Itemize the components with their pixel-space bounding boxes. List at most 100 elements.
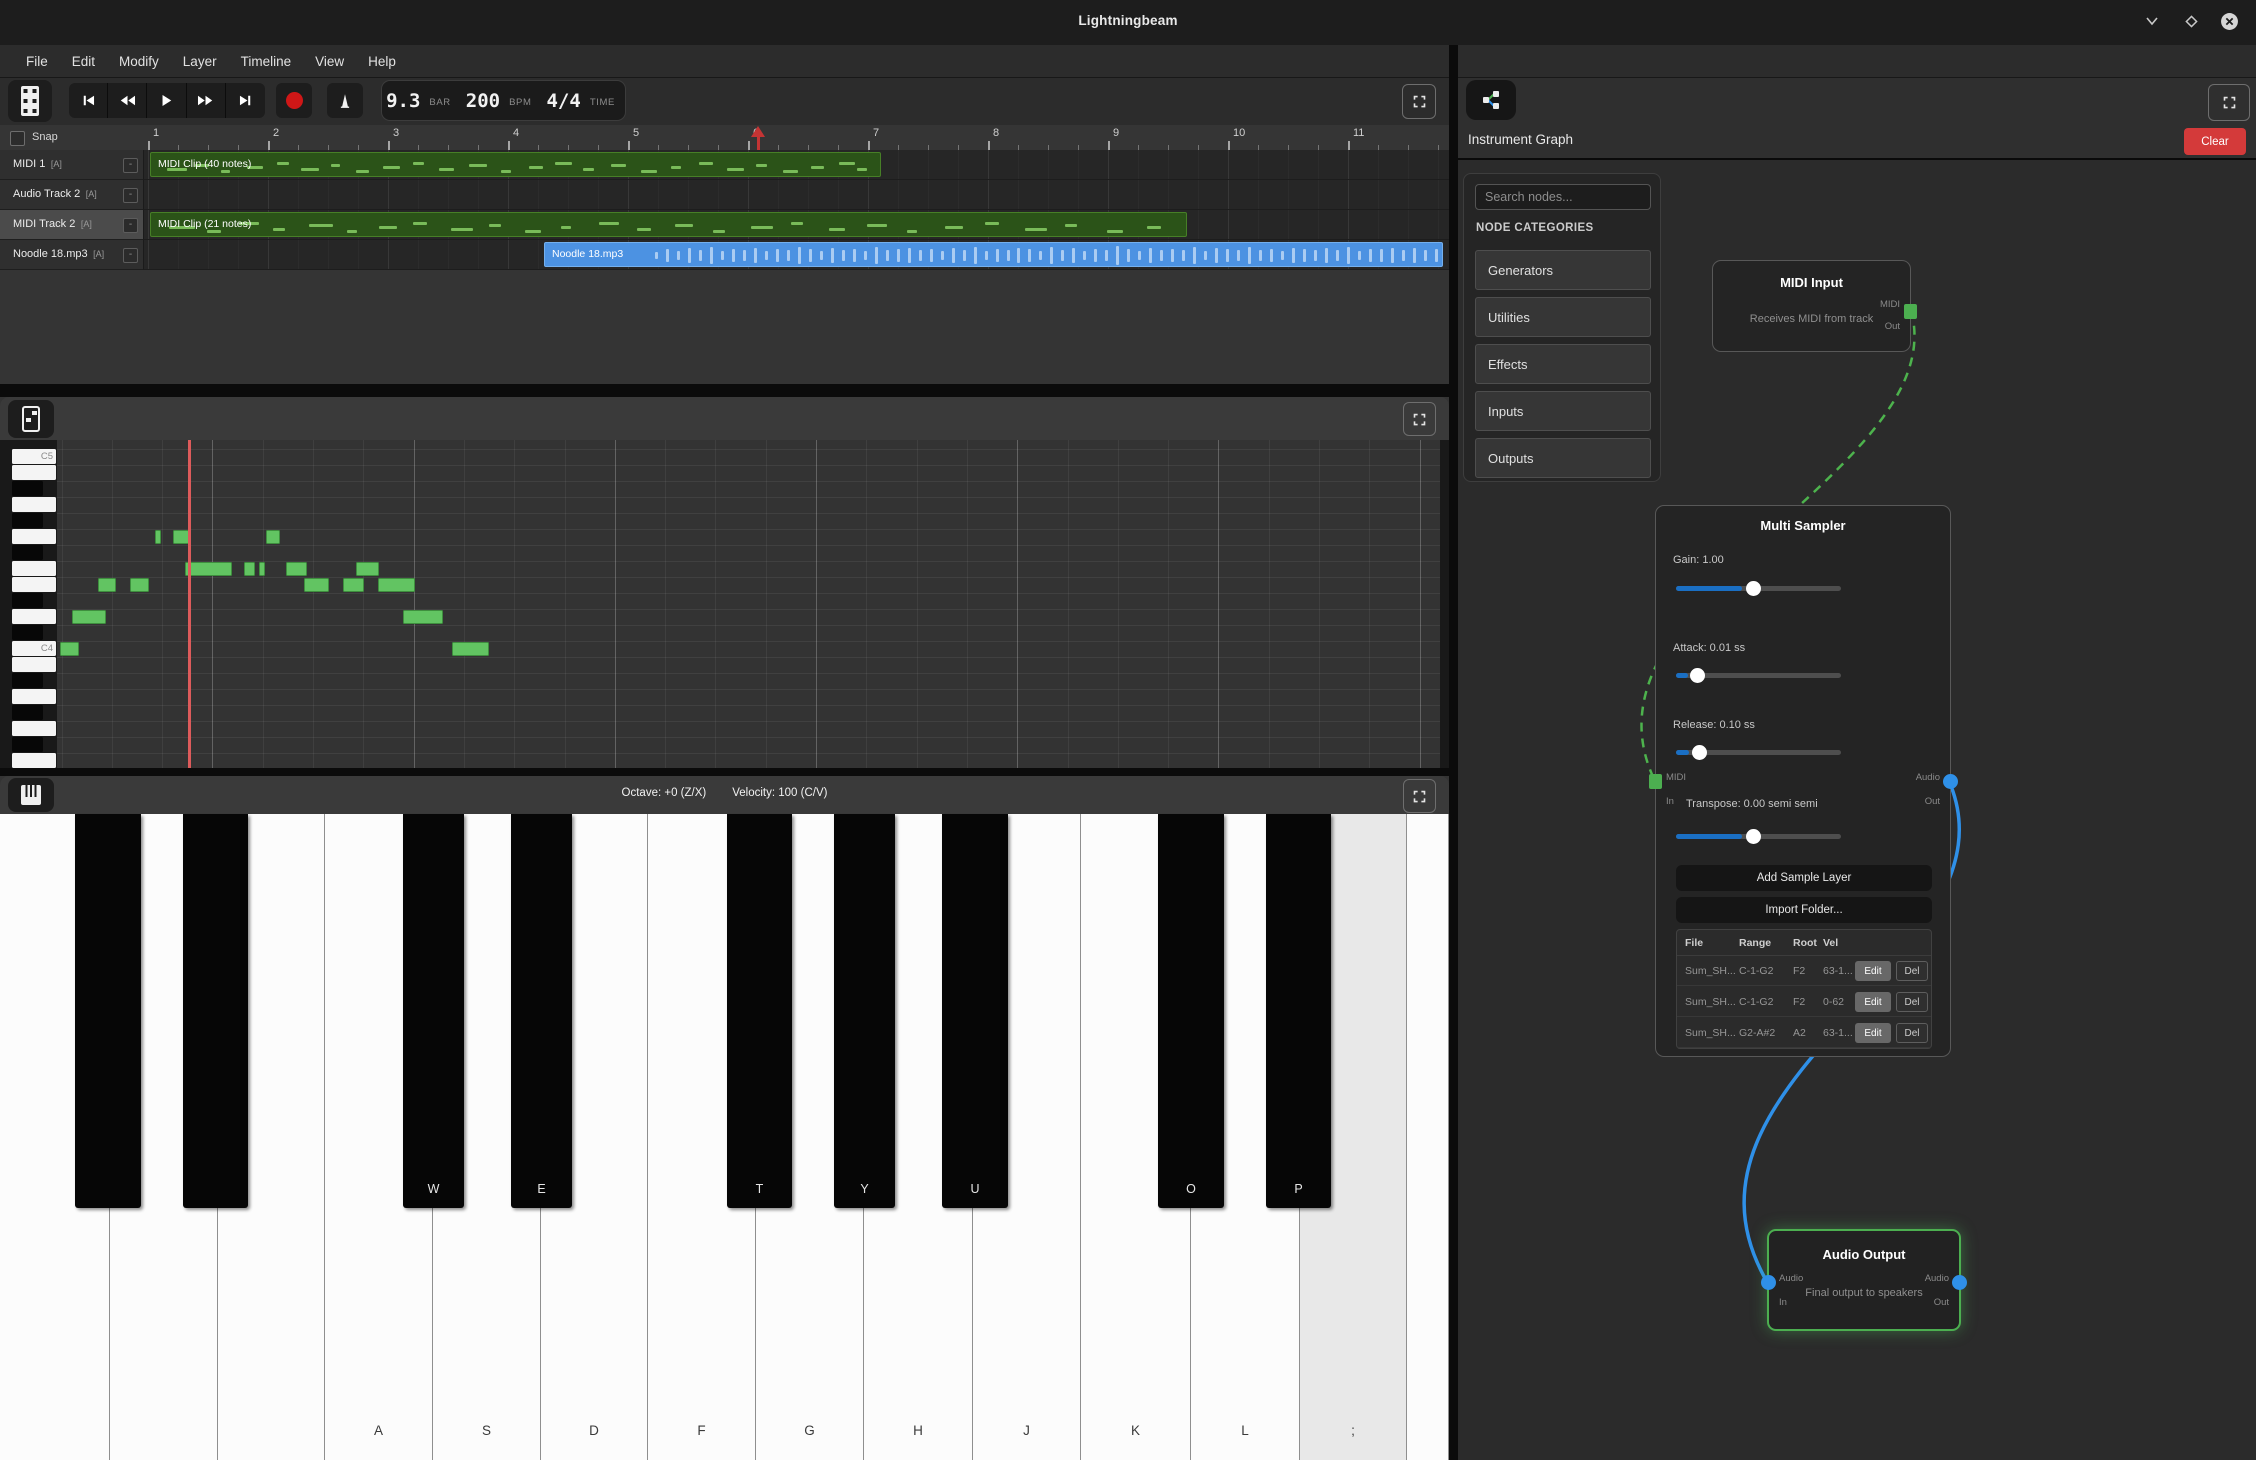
track-lane[interactable]: MIDI Clip (40 notes) [144,150,1449,180]
black-key-P[interactable]: P [1266,814,1331,1208]
roll-black-key[interactable] [12,513,43,528]
category-utilities[interactable]: Utilities [1475,297,1651,337]
roll-white-key[interactable] [12,609,56,624]
roll-black-key[interactable] [12,593,43,608]
roll-white-key[interactable] [12,577,56,592]
metronome-button[interactable] [327,83,363,118]
graph-view-button[interactable] [1466,80,1516,120]
snap-checkbox[interactable] [10,131,25,146]
track-checkbox[interactable]: - [123,158,138,173]
midi-clip[interactable]: MIDI Clip (40 notes) [150,152,881,177]
midi-in-port[interactable] [1649,774,1662,789]
midi-note[interactable] [452,642,489,656]
category-generators[interactable]: Generators [1475,250,1651,290]
midi-note[interactable] [155,530,161,544]
graph-canvas[interactable]: NODE CATEGORIES GeneratorsUtilitiesEffec… [1458,160,2256,1460]
midi-note[interactable] [286,562,307,576]
roll-white-key[interactable] [12,689,56,704]
fast-forward-button[interactable] [187,83,226,118]
roll-white-key[interactable]: C4 [12,641,56,656]
roll-black-key[interactable] [12,705,43,720]
category-outputs[interactable]: Outputs [1475,438,1651,478]
midi-out-port[interactable] [1904,304,1917,319]
play-button[interactable] [147,83,186,118]
film-view-button[interactable] [8,80,52,122]
roll-white-key[interactable] [12,657,56,672]
midi-clip[interactable]: MIDI Clip (21 notes) [150,212,1187,237]
menu-edit[interactable]: Edit [60,50,107,73]
transpose-slider-knob[interactable] [1746,829,1761,844]
delete-sample-button[interactable]: Del [1896,961,1928,981]
roll-white-key[interactable] [12,721,56,736]
skip-start-button[interactable] [69,83,108,118]
edit-sample-button[interactable]: Edit [1855,961,1891,981]
piano-roll-body[interactable]: C5 C4 [0,440,1449,768]
audio-out-port[interactable] [1952,1275,1967,1290]
keyboard-fullscreen-button[interactable] [1403,779,1436,813]
midi-note[interactable] [98,578,116,592]
track-lane[interactable]: MIDI Clip (21 notes) [144,210,1449,240]
midi-note[interactable] [304,578,329,592]
roll-black-key[interactable] [12,737,43,752]
skip-end-button[interactable] [226,83,265,118]
midi-note[interactable] [185,562,232,576]
record-button[interactable] [276,83,312,118]
graph-fullscreen-button[interactable] [2208,84,2250,121]
midi-note[interactable] [60,642,79,656]
roll-white-key[interactable]: C5 [12,449,56,464]
roll-black-key[interactable] [12,625,43,640]
roll-white-key[interactable] [12,497,56,512]
midi-note[interactable] [343,578,364,592]
edit-sample-button[interactable]: Edit [1855,992,1891,1012]
roll-black-key[interactable] [12,545,43,560]
menu-layer[interactable]: Layer [171,50,229,73]
category-effects[interactable]: Effects [1475,344,1651,384]
piano-roll-grid[interactable] [57,440,1440,768]
audio-clip[interactable]: Noodle 18.mp3 [544,242,1443,267]
midi-note[interactable] [244,562,255,576]
add-sample-layer-button[interactable]: Add Sample Layer [1676,865,1932,891]
minimize-icon[interactable] [2139,8,2165,34]
maximize-icon[interactable] [2178,8,2204,34]
black-key-W[interactable]: W [403,814,464,1208]
category-inputs[interactable]: Inputs [1475,391,1651,431]
import-folder-button[interactable]: Import Folder... [1676,897,1932,923]
black-key[interactable] [75,814,141,1208]
timeline-empty-area[interactable] [0,270,1449,384]
track-lane[interactable] [144,180,1449,210]
midi-note[interactable] [173,530,189,544]
white-key[interactable] [1407,814,1449,1460]
transpose-slider[interactable] [1676,834,1841,839]
track-head-midi-1[interactable]: MIDI 1 [A]- [0,150,144,180]
menu-view[interactable]: View [303,50,356,73]
timeline-fullscreen-button[interactable] [1402,84,1436,119]
roll-black-key[interactable] [12,481,43,496]
rewind-button[interactable] [108,83,147,118]
panel-divider[interactable] [0,768,1449,776]
track-checkbox[interactable]: - [123,218,138,233]
menu-file[interactable]: File [14,50,60,73]
menu-help[interactable]: Help [356,50,408,73]
release-slider[interactable] [1676,750,1841,755]
release-slider-knob[interactable] [1692,745,1707,760]
midi-note[interactable] [266,530,280,544]
audio-in-port[interactable] [1761,1275,1776,1290]
attack-slider-knob[interactable] [1690,668,1705,683]
midi-note[interactable] [259,562,265,576]
node-midi-input[interactable]: MIDI Input Receives MIDI from track MIDI… [1712,260,1911,352]
delete-sample-button[interactable]: Del [1896,992,1928,1012]
search-input[interactable] [1475,184,1651,210]
black-key-O[interactable]: O [1158,814,1224,1208]
midi-note[interactable] [356,562,379,576]
black-key[interactable] [183,814,248,1208]
close-icon[interactable] [2216,8,2242,34]
timeline-ruler[interactable]: 1234567891011 [144,125,1449,150]
roll-white-key[interactable] [12,753,56,768]
gain-slider[interactable] [1676,586,1841,591]
roll-black-key[interactable] [12,673,43,688]
audio-out-port[interactable] [1943,774,1958,789]
clear-graph-button[interactable]: Clear [2184,128,2246,155]
piano-roll-fullscreen-button[interactable] [1403,402,1436,436]
black-key-U[interactable]: U [942,814,1008,1208]
roll-white-key[interactable] [12,529,56,544]
